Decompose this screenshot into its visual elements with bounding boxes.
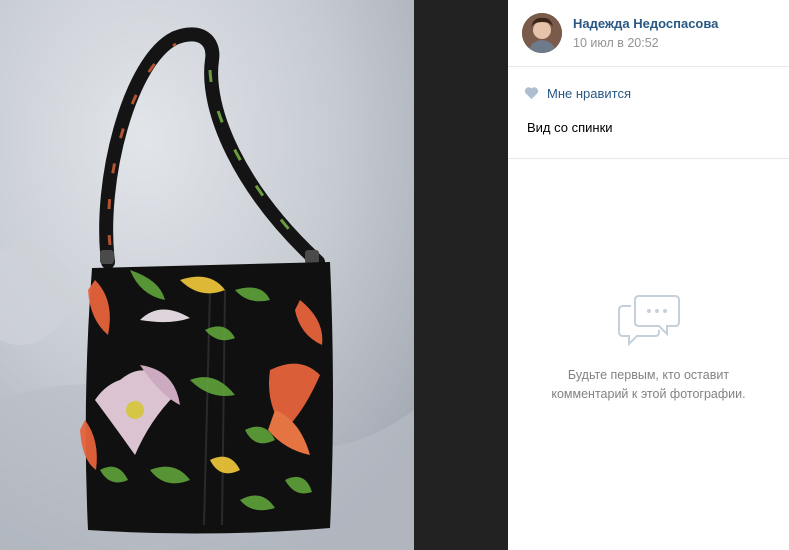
like-label: Мне нравится <box>547 85 632 101</box>
photo[interactable] <box>0 0 414 550</box>
like-button[interactable]: Мне нравится <box>524 84 631 102</box>
photo-description: Вид со спинки <box>527 120 613 135</box>
comments-empty-state: Будьте первым, кто оставит комментарий к… <box>508 290 789 404</box>
post-date-link[interactable]: 10 июл в 20:52 <box>573 36 659 50</box>
comments-empty-text: Будьте первым, кто оставит комментарий к… <box>551 368 746 401</box>
author-name-link[interactable]: Надежда Недоспасова <box>573 16 718 31</box>
avatar-image <box>522 13 562 53</box>
comments-bubble-icon <box>617 295 680 347</box>
photo-viewer[interactable] <box>0 0 508 550</box>
avatar[interactable] <box>522 13 562 53</box>
heart-icon <box>524 87 539 100</box>
bag-photo-illustration <box>0 0 414 550</box>
divider <box>508 158 789 159</box>
author-header: Надежда Недоспасова 10 июл в 20:52 <box>508 0 789 67</box>
photo-info-panel: Надежда Недоспасова 10 июл в 20:52 Мне н… <box>508 0 789 550</box>
